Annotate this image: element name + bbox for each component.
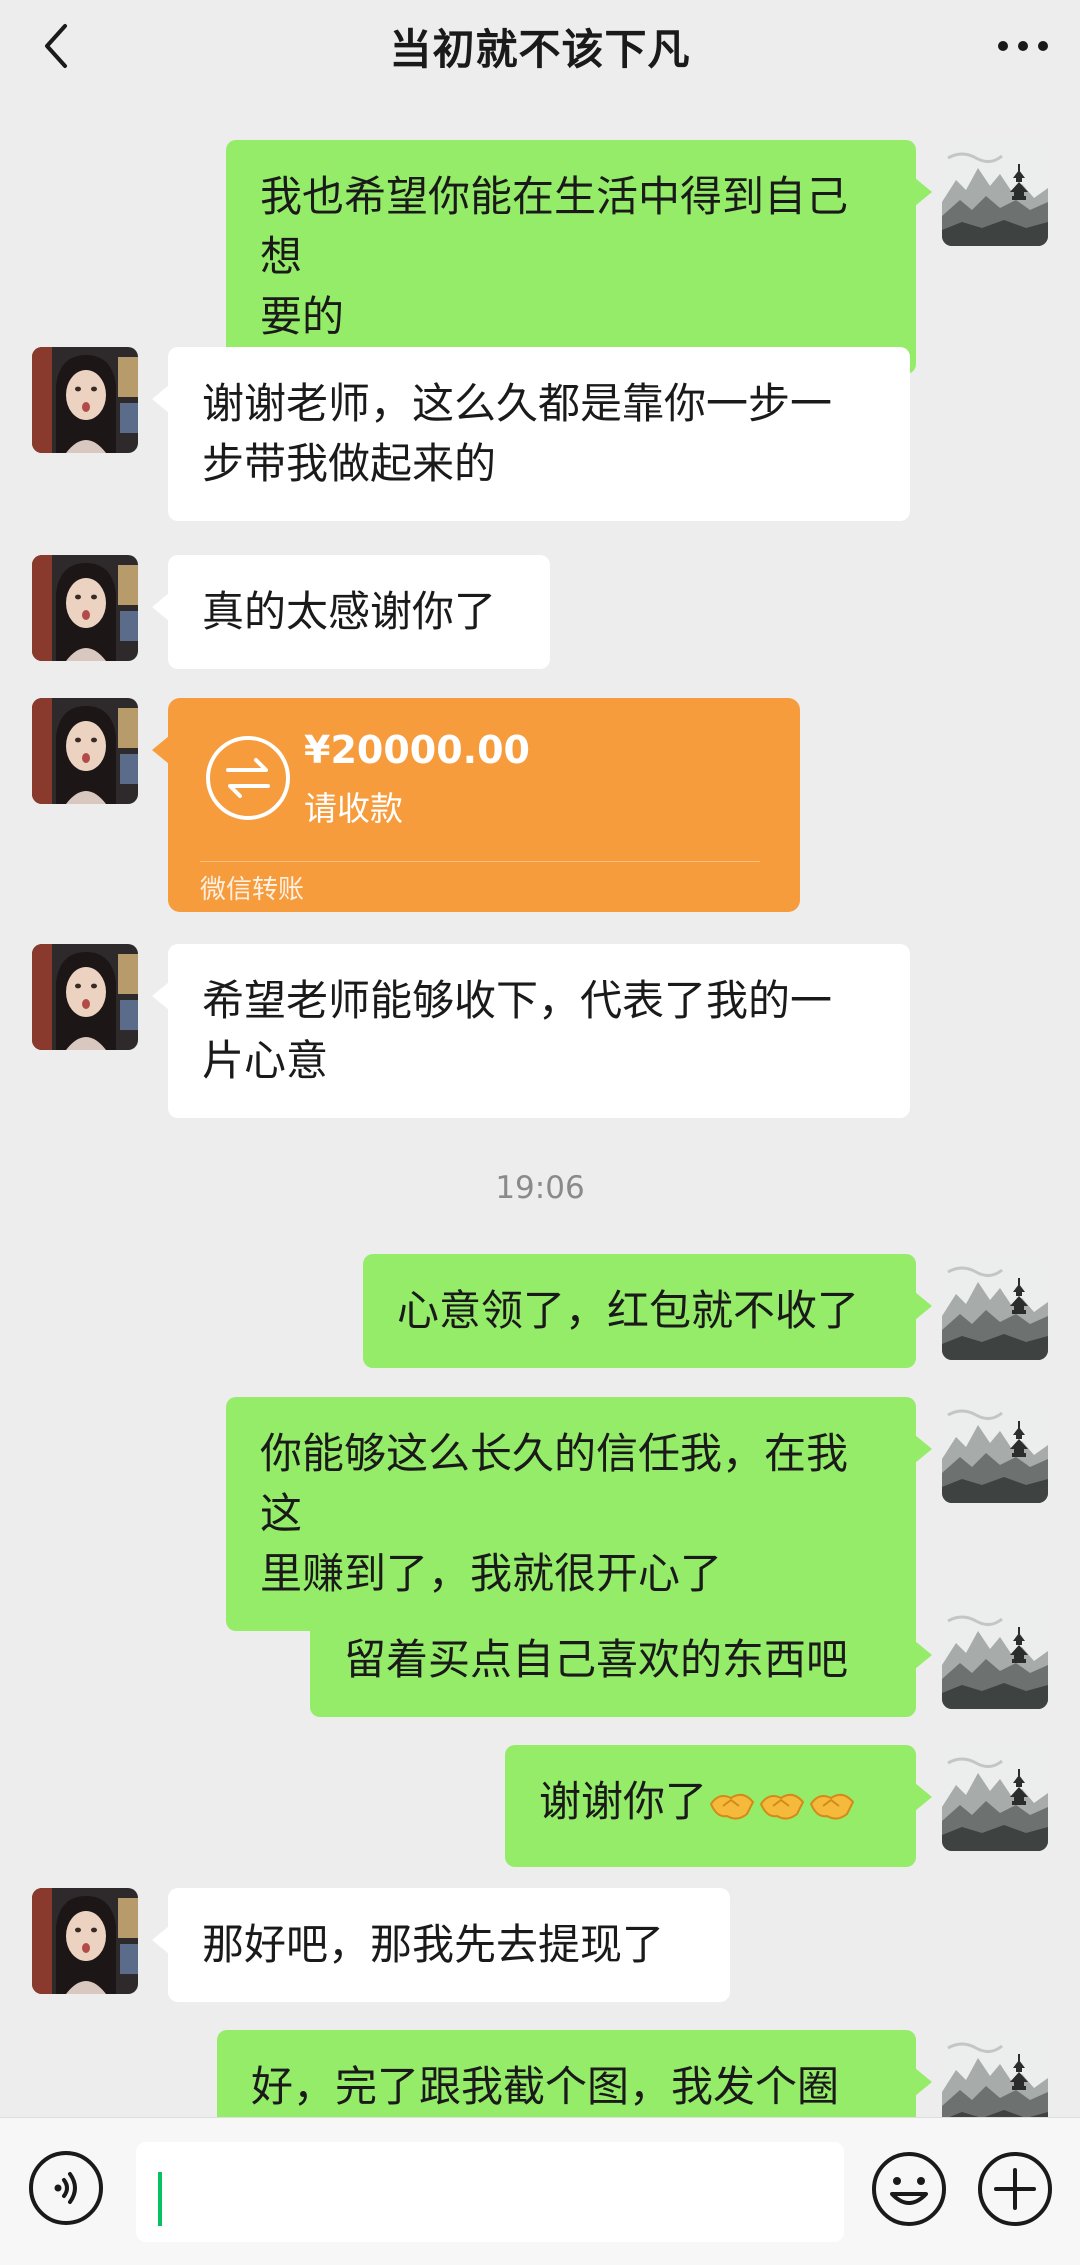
message-text: 真的太感谢你了 <box>202 587 497 636</box>
message-text: 那好吧，那我先去提现了 <box>202 1920 665 1969</box>
handshake-emoji-icon <box>807 1780 857 1840</box>
message-bubble-incoming[interactable]: 真的太感谢你了 <box>152 555 550 669</box>
avatar-self[interactable] <box>942 1397 1048 1503</box>
message-text: 希望老师能够收下，代表了我的一 <box>202 976 833 1025</box>
chat-title: 当初就不该下凡 <box>389 24 691 74</box>
smiley-icon[interactable] <box>870 2150 948 2228</box>
message-text: 你能够这么长久的信任我，在我这 <box>260 1429 849 1538</box>
message-text: 谢谢老师，这么久都是靠你一步一 <box>202 379 833 428</box>
message-bubble-outgoing[interactable]: 你能够这么长久的信任我，在我这 里赚到了，我就很开心了 <box>226 1397 932 1631</box>
avatar-contact[interactable] <box>32 944 138 1050</box>
divider <box>200 861 760 862</box>
handshake-emoji-icon <box>757 1780 807 1840</box>
message-text: 留着买点自己喜欢的东西吧 <box>344 1635 849 1684</box>
avatar-self[interactable] <box>942 140 1048 246</box>
avatar-contact[interactable] <box>32 347 138 453</box>
avatar-self[interactable] <box>942 1745 1048 1851</box>
chat-header: 当初就不该下凡 <box>0 0 1080 92</box>
transfer-label: 微信转账 <box>200 875 305 905</box>
message-text: 好，完了跟我截个图，我发个圈 <box>251 2062 840 2111</box>
message-bubble-outgoing[interactable]: 心意领了，红包就不收了 <box>363 1254 932 1368</box>
message-bubble-incoming[interactable]: 谢谢老师，这么久都是靠你一步一 步带我做起来的 <box>152 347 910 521</box>
message-bubble-outgoing[interactable]: 谢谢你了 <box>505 1745 932 1867</box>
message-list[interactable]: 我也希望你能在生活中得到自己想 要的 谢谢老师，这么久都是靠你一步一 步带我做起… <box>0 92 1080 2117</box>
ellipsis-icon[interactable] <box>990 18 1056 74</box>
timestamp: 19:06 <box>495 1170 585 1206</box>
message-text: 步带我做起来的 <box>202 439 497 488</box>
message-text: 心意领了，红包就不收了 <box>397 1286 860 1335</box>
transfer-status: 请收款 <box>304 789 403 828</box>
voice-icon[interactable] <box>28 2150 104 2226</box>
message-bubble-incoming[interactable]: 那好吧，那我先去提现了 <box>152 1888 730 2002</box>
message-text: 我也希望你能在生活中得到自己想 <box>260 172 849 281</box>
message-input[interactable] <box>136 2142 844 2242</box>
transfer-arrows-icon <box>204 734 292 822</box>
transfer-card[interactable]: ¥20000.00 请收款 微信转账 <box>152 698 800 912</box>
input-bar <box>0 2117 1080 2265</box>
avatar-contact[interactable] <box>32 1888 138 1994</box>
message-text: 片心意 <box>202 1036 329 1085</box>
message-bubble-outgoing[interactable]: 我也希望你能在生活中得到自己想 要的 <box>226 140 932 374</box>
message-bubble-outgoing[interactable]: 好，完了跟我截个图，我发个圈 <box>217 2030 932 2117</box>
message-bubble-outgoing[interactable]: 留着买点自己喜欢的东西吧 <box>310 1603 932 1717</box>
plus-icon[interactable] <box>976 2150 1054 2228</box>
avatar-self[interactable] <box>942 1254 1048 1360</box>
message-text: 要的 <box>260 292 345 341</box>
avatar-self[interactable] <box>942 1603 1048 1709</box>
message-text: 里赚到了，我就很开心了 <box>260 1549 723 1598</box>
transfer-amount: ¥20000.00 <box>304 728 530 772</box>
handshake-emoji-icon <box>707 1780 757 1840</box>
message-text: 谢谢你了 <box>539 1777 708 1826</box>
avatar-contact[interactable] <box>32 555 138 661</box>
chevron-left-icon[interactable] <box>30 18 80 74</box>
text-cursor <box>158 2172 162 2226</box>
avatar-contact[interactable] <box>32 698 138 804</box>
message-bubble-incoming[interactable]: 希望老师能够收下，代表了我的一 片心意 <box>152 944 910 1118</box>
avatar-self[interactable] <box>942 2030 1048 2117</box>
